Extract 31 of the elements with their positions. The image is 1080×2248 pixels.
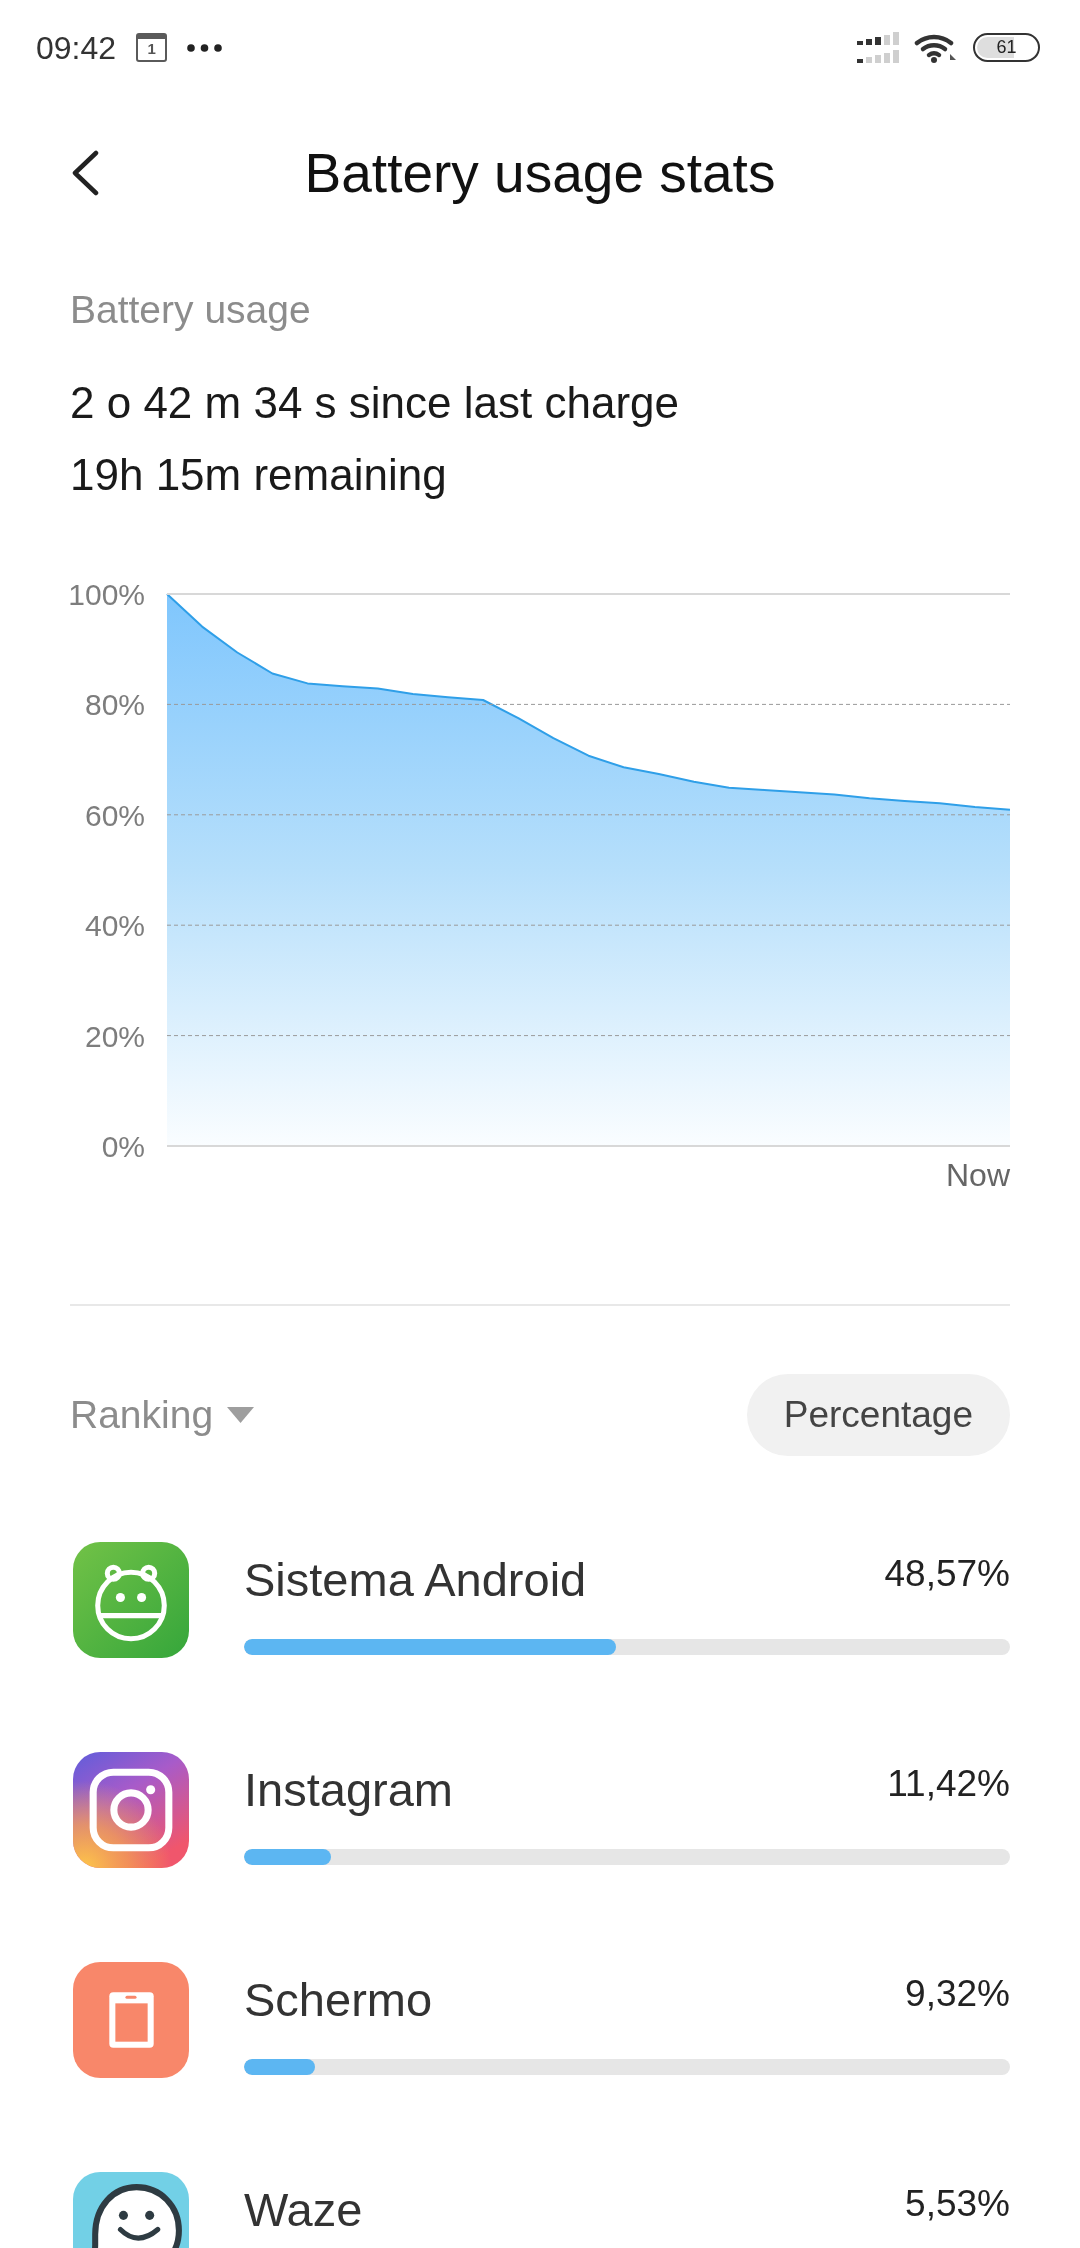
usage-percentage: 11,42% [887, 1762, 1010, 1806]
section-label: Battery usage [70, 287, 312, 333]
robot-app-icon [73, 1542, 189, 1658]
back-button[interactable] [70, 149, 100, 196]
y-axis-label: 0% [101, 1130, 145, 1163]
app-name: Instagram [244, 1762, 453, 1818]
y-axis-label: 20% [84, 1019, 145, 1053]
app-name: Waze [244, 2182, 363, 2238]
since-charge-text: 2 o 42 m 34 s since last charge [70, 377, 680, 429]
ellipsis-icon [187, 43, 223, 52]
battery-indicator: 61 [973, 33, 1040, 62]
y-axis-label: 60% [84, 798, 145, 832]
y-axis-label: 100% [68, 578, 145, 611]
y-axis-label: 40% [84, 909, 145, 943]
status-time: 09:42 [36, 28, 117, 67]
app-name: Schermo [244, 1972, 433, 2028]
remaining-time-text: 19h 15m remaining [70, 449, 448, 501]
signal-icon [857, 32, 899, 63]
app-name: Sistema Android [244, 1552, 587, 1608]
wifi-icon [914, 32, 958, 63]
percentage-button[interactable]: Percentage [746, 1374, 1010, 1456]
usage-percentage: 9,32% [905, 1972, 1010, 2016]
x-axis-label: Now [946, 1157, 1010, 1193]
back-icon [70, 149, 100, 196]
caret-icon [227, 1407, 255, 1423]
page-title: Battery usage stats [304, 140, 776, 205]
usage-percentage: 5,53% [905, 2182, 1010, 2226]
usage-percentage: 48,57% [884, 1552, 1010, 1596]
calendar-notification-icon: 1 [136, 33, 168, 62]
tablet-app-icon [73, 1962, 189, 2078]
y-axis-label: 80% [84, 688, 145, 722]
